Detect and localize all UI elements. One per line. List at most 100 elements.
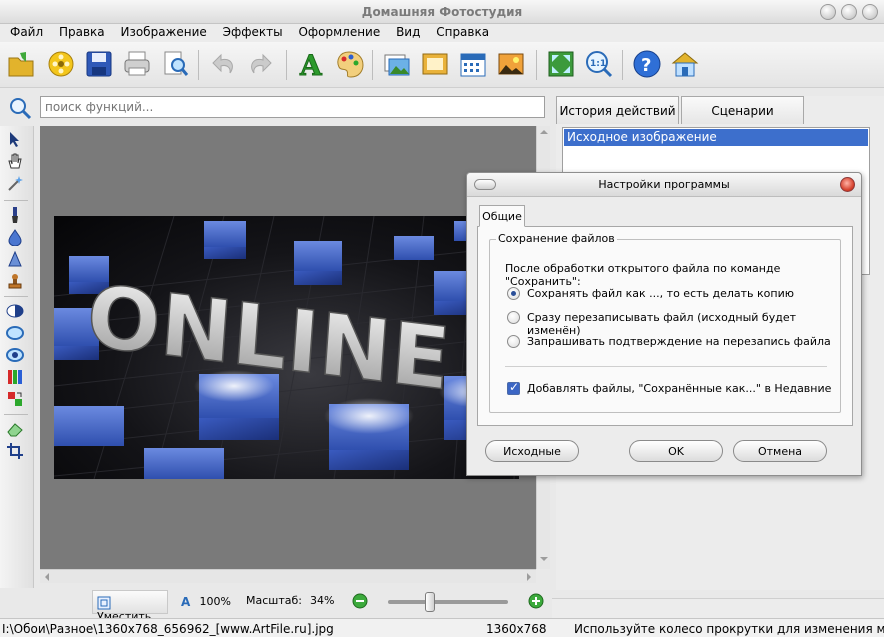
divider	[505, 366, 827, 367]
stamp-icon[interactable]	[6, 272, 24, 290]
calendar-icon[interactable]	[456, 47, 490, 81]
scale-label: Масштаб:	[246, 594, 302, 607]
horizontal-scrollbar[interactable]	[40, 569, 536, 583]
home-icon[interactable]	[668, 47, 702, 81]
plus-icon	[528, 593, 544, 609]
window-controls	[820, 4, 878, 20]
search-input[interactable]	[40, 96, 545, 118]
toolbar-separator	[286, 50, 287, 80]
tab-scenarios[interactable]: Сценарии	[681, 96, 804, 124]
settings-dialog: Настройки программы Общие Сохранение фай…	[466, 172, 862, 476]
toolbar-separator	[198, 50, 199, 80]
toolbar: A 1:1 ?	[0, 42, 884, 88]
fit-icon	[97, 596, 111, 610]
minimize-button[interactable]	[820, 4, 836, 20]
svg-text:A: A	[299, 49, 323, 79]
fit-button[interactable]: Уместить	[92, 590, 168, 623]
toolbar-separator	[536, 50, 537, 80]
tab-general[interactable]: Общие	[479, 205, 525, 227]
toolbar-separator	[372, 50, 373, 80]
eraser-icon[interactable]	[6, 420, 24, 438]
image-preview[interactable]: ONLINE	[54, 216, 519, 479]
menu-help[interactable]: Справка	[436, 24, 489, 39]
open-folder-icon[interactable]	[4, 47, 38, 81]
redo-icon[interactable]	[244, 47, 278, 81]
dialog-title-bar: Настройки программы	[467, 173, 861, 197]
landscape-photo-icon[interactable]	[494, 47, 528, 81]
recent-files-checkbox-label[interactable]: Добавлять файлы, "Сохранённые как..." в …	[527, 382, 831, 395]
sharpen-icon[interactable]	[6, 250, 24, 268]
actual-size-button[interactable]: A 100%	[180, 594, 231, 609]
menu-design[interactable]: Оформление	[298, 24, 380, 39]
crop-icon[interactable]	[6, 442, 24, 460]
svg-text:A: A	[181, 595, 191, 608]
print-icon[interactable]	[120, 47, 154, 81]
hand-tool-icon[interactable]	[6, 152, 24, 170]
radio-ask-confirm[interactable]	[507, 335, 520, 348]
defaults-button[interactable]: Исходные	[485, 440, 579, 462]
percent-label: 100%	[199, 595, 231, 608]
recent-files-checkbox[interactable]	[507, 380, 520, 395]
menu-edit[interactable]: Правка	[59, 24, 105, 39]
group-title: Сохранение файлов	[496, 232, 617, 245]
drop-icon[interactable]	[6, 228, 24, 247]
menu-file[interactable]: Файл	[10, 24, 43, 39]
radio-save-as-copy[interactable]	[507, 287, 520, 300]
radio-overwrite-label[interactable]: Сразу перезаписывать файл (исходный буде…	[527, 311, 840, 337]
palette-icon[interactable]	[332, 47, 366, 81]
menu-image[interactable]: Изображение	[120, 24, 206, 39]
history-scrollbar[interactable]	[552, 598, 884, 618]
ok-button[interactable]: OK	[629, 440, 723, 462]
color-levels-icon[interactable]	[6, 368, 24, 386]
search-icon	[8, 96, 32, 123]
tab-history[interactable]: История действий	[556, 96, 679, 124]
title-bar: Домашняя Фотостудия	[0, 0, 884, 24]
menu-view[interactable]: Вид	[396, 24, 420, 39]
scroll-arrows-icon	[45, 573, 531, 581]
lens-icon[interactable]	[6, 324, 24, 342]
replace-color-icon[interactable]	[6, 390, 24, 408]
zoom-in-button[interactable]	[528, 593, 544, 612]
text-tool-icon[interactable]: A	[294, 47, 328, 81]
eye-icon[interactable]	[6, 346, 24, 364]
minus-icon	[352, 593, 368, 609]
pointer-tool-icon[interactable]	[6, 130, 24, 148]
maximize-button[interactable]	[841, 4, 857, 20]
save-disk-icon[interactable]	[82, 47, 116, 81]
svg-text:?: ?	[641, 55, 651, 76]
cancel-button[interactable]: Отмена	[733, 440, 827, 462]
brush-icon[interactable]	[6, 206, 24, 224]
tool-separator	[4, 200, 28, 201]
radio-save-as-copy-label[interactable]: Сохранять файл как ..., то есть делать к…	[527, 287, 794, 300]
scale-value: 34%	[310, 594, 335, 607]
help-icon[interactable]: ?	[630, 47, 664, 81]
magic-wand-icon[interactable]	[6, 174, 24, 192]
undo-icon[interactable]	[206, 47, 240, 81]
print-preview-icon[interactable]	[158, 47, 192, 81]
save-question: После обработки открытого файла по коман…	[505, 262, 781, 288]
tool-strip	[0, 126, 34, 590]
film-reel-icon[interactable]	[44, 47, 78, 81]
tool-separator	[4, 296, 28, 297]
tool-separator	[4, 414, 28, 415]
zoom-out-button[interactable]	[352, 593, 368, 612]
dialog-close-button[interactable]	[840, 177, 855, 192]
function-search	[0, 92, 552, 122]
slider-thumb[interactable]	[425, 592, 435, 612]
status-file-path: I:\Обои\Разное\1360x768_656962_[www.ArtF…	[2, 622, 334, 636]
photo-frame-icon[interactable]	[380, 47, 414, 81]
history-item[interactable]: Исходное изображение	[564, 129, 868, 146]
radio-ask-confirm-label[interactable]: Запрашивать подтверждение на перезапись …	[527, 335, 831, 348]
fit-to-screen-icon[interactable]	[544, 47, 578, 81]
frame-icon[interactable]	[418, 47, 452, 81]
text-size-icon: A	[181, 595, 191, 609]
toolbar-separator	[622, 50, 623, 80]
close-button[interactable]	[862, 4, 878, 20]
status-bar: I:\Обои\Разное\1360x768_656962_[www.ArtF…	[0, 618, 884, 637]
actual-size-icon[interactable]: 1:1	[582, 47, 616, 81]
online-cubes-image: ONLINE	[54, 216, 519, 479]
contrast-icon[interactable]	[6, 302, 24, 320]
radio-overwrite[interactable]	[507, 311, 520, 324]
menu-effects[interactable]: Эффекты	[223, 24, 283, 39]
zoom-slider[interactable]	[388, 592, 510, 612]
